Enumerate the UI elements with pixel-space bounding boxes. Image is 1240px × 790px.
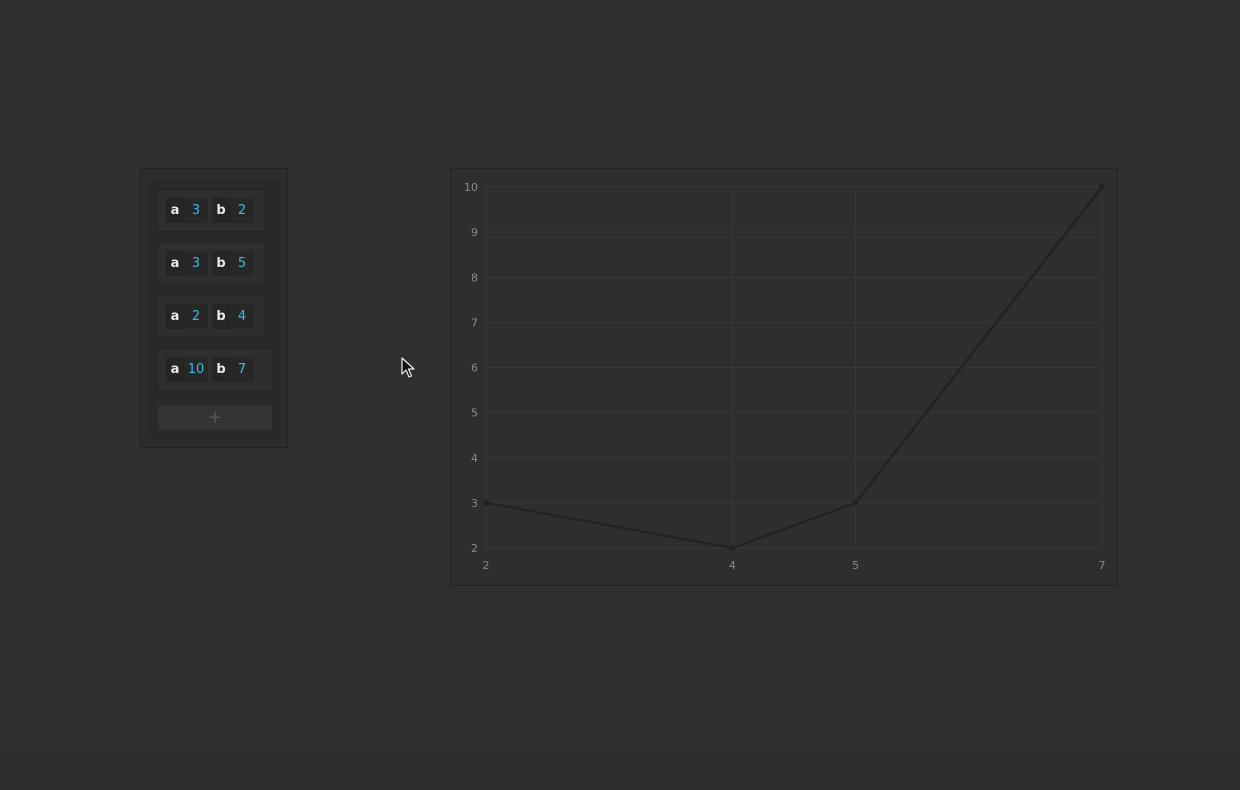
chart-panel: 2 3 4 5 6 7 8 9 10 2 4 5 7 [450, 168, 1118, 586]
field-a-value[interactable]: 3 [184, 251, 208, 276]
data-point [729, 545, 736, 551]
y-tick-label: 2 [471, 542, 478, 555]
field-a-value[interactable]: 10 [184, 357, 208, 382]
field-b[interactable]: b 2 [212, 198, 254, 223]
y-tick-label: 8 [471, 271, 478, 284]
data-point [483, 499, 489, 506]
field-a[interactable]: a 3 [166, 198, 208, 223]
field-b-value[interactable]: 5 [230, 251, 254, 276]
add-row-button[interactable]: + [158, 405, 272, 430]
chart-grid [485, 186, 1103, 549]
x-tick-label: 2 [483, 559, 490, 572]
field-b-label: b [212, 251, 230, 276]
y-tick-label: 4 [471, 452, 478, 465]
y-tick-label: 3 [471, 497, 478, 510]
field-b-value[interactable]: 4 [230, 304, 254, 329]
chart-tick-labels: 2 3 4 5 6 7 8 9 10 2 4 5 7 [464, 181, 1106, 572]
field-b-value[interactable]: 2 [230, 198, 254, 223]
field-a-value[interactable]: 3 [184, 198, 208, 223]
x-tick-label: 4 [729, 559, 736, 572]
y-tick-label: 10 [464, 181, 478, 194]
field-b-label: b [212, 304, 230, 329]
field-b[interactable]: b 7 [212, 357, 254, 382]
field-b-label: b [212, 198, 230, 223]
list-item[interactable]: a 10 b 7 [157, 348, 273, 391]
x-tick-label: 7 [1099, 559, 1106, 572]
y-tick-label: 9 [471, 226, 478, 239]
y-tick-label: 5 [471, 407, 478, 420]
data-point [852, 499, 859, 506]
field-a-label: a [166, 198, 184, 223]
field-a-label: a [166, 304, 184, 329]
list-item[interactable]: a 3 b 5 [157, 242, 265, 285]
data-point [1099, 184, 1105, 190]
field-b[interactable]: b 4 [212, 304, 254, 329]
mouse-cursor-icon [401, 357, 415, 378]
field-a[interactable]: a 2 [166, 304, 208, 329]
field-b-value[interactable]: 7 [230, 357, 254, 382]
list-panel: a 3 b 2 a 3 b 5 a 2 b 4 a 10 b 7 + [140, 168, 288, 448]
line-chart: 2 3 4 5 6 7 8 9 10 2 4 5 7 [464, 181, 1106, 572]
list-item[interactable]: a 3 b 2 [157, 189, 265, 232]
field-a[interactable]: a 10 [166, 357, 208, 382]
x-tick-label: 5 [852, 559, 859, 572]
field-a-value[interactable]: 2 [184, 304, 208, 329]
field-a[interactable]: a 3 [166, 251, 208, 276]
field-a-label: a [166, 357, 184, 382]
field-a-label: a [166, 251, 184, 276]
list-container: a 3 b 2 a 3 b 5 a 2 b 4 a 10 b 7 + [150, 181, 280, 439]
field-b[interactable]: b 5 [212, 251, 254, 276]
y-tick-label: 7 [471, 316, 478, 329]
field-b-label: b [212, 357, 230, 382]
y-tick-label: 6 [471, 362, 478, 375]
list-item[interactable]: a 2 b 4 [157, 295, 265, 338]
